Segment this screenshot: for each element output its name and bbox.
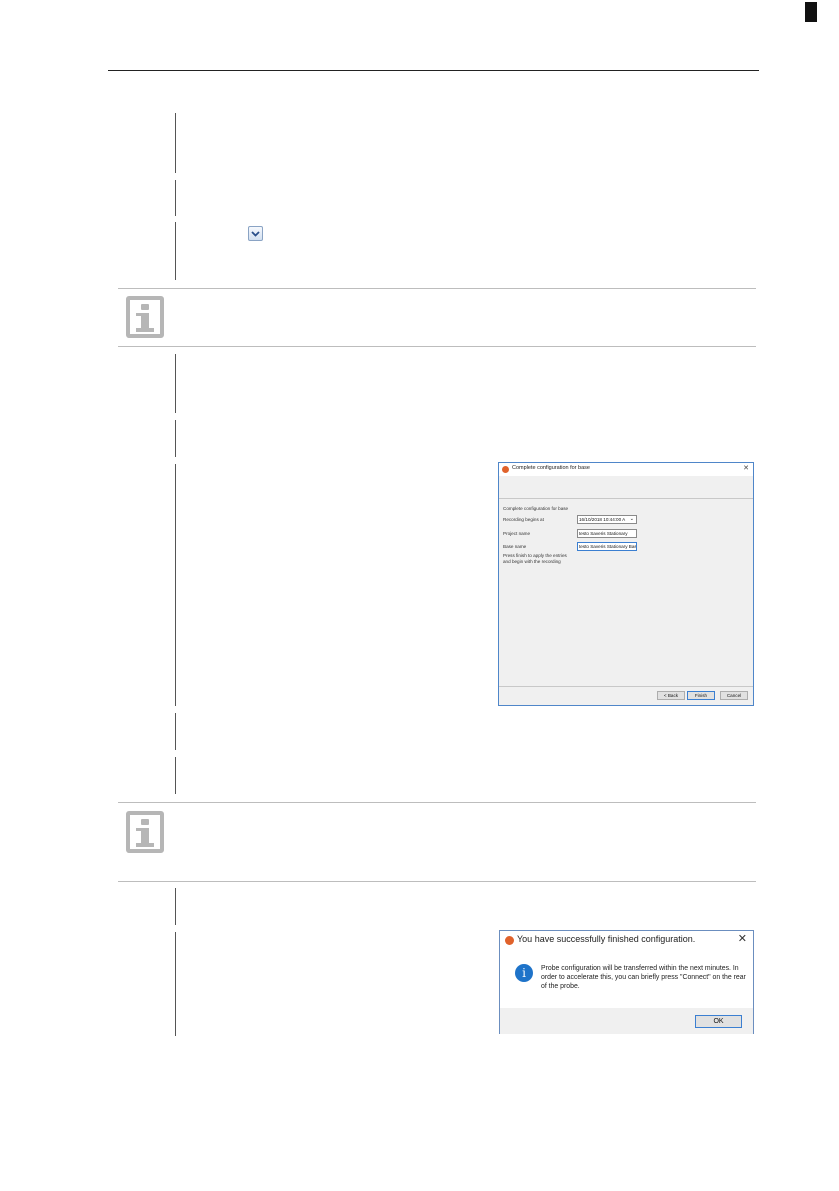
dialog-title-bar: Complete configuration for base ✕ — [499, 463, 753, 476]
testo-logo-icon — [502, 466, 509, 473]
note-separator — [118, 346, 756, 347]
dialog-title: You have successfully finished configura… — [517, 934, 696, 944]
step-bar — [175, 113, 176, 173]
base-name-label: Base name — [503, 544, 527, 549]
step-bar — [175, 757, 176, 794]
cancel-button[interactable]: Cancel — [720, 691, 748, 700]
step-bar — [175, 888, 176, 925]
configuration-success-dialog: You have successfully finished configura… — [499, 930, 754, 1034]
info-icon: i — [515, 964, 533, 982]
chevron-down-icon: ⌄ — [629, 516, 634, 522]
base-name-field[interactable]: testo Saveris Stationary Base0 — [577, 542, 637, 551]
note-separator — [118, 802, 756, 803]
step-bar — [175, 932, 176, 1036]
recording-begins-label: Recording begins at — [503, 517, 544, 522]
complete-configuration-dialog: Complete configuration for base ✕ Comple… — [498, 462, 754, 706]
note-separator — [118, 288, 756, 289]
project-name-label: Project name — [503, 531, 531, 536]
page-edge-marker — [805, 2, 817, 22]
dialog-button-bar: OK — [500, 1008, 753, 1034]
ok-button[interactable]: OK — [695, 1015, 742, 1028]
step-bar — [175, 464, 176, 706]
step-bar — [175, 713, 176, 750]
back-button[interactable]: < Back — [657, 691, 685, 700]
step-bar — [175, 180, 176, 216]
step-bar — [175, 420, 176, 457]
testo-logo-icon — [505, 936, 514, 945]
info-note-icon — [126, 296, 164, 338]
finish-button[interactable]: Finish — [687, 691, 715, 700]
project-name-field[interactable]: testo Saveris Stationary — [577, 529, 637, 538]
step-bar — [175, 354, 176, 413]
dialog-title: Complete configuration for base — [512, 465, 590, 471]
note-separator — [118, 881, 756, 882]
finish-instruction: Press finish to apply the entries and be… — [503, 553, 567, 564]
recording-begins-datetime-picker[interactable]: 16/10/2018 10:44:00 A ⌄ — [577, 515, 637, 524]
dialog-heading: Complete configuration for base — [503, 506, 569, 511]
dialog-message: Probe configuration will be transferred … — [541, 965, 746, 990]
close-icon[interactable]: ✕ — [743, 464, 749, 472]
header-rule — [108, 70, 759, 71]
close-icon[interactable]: ✕ — [738, 932, 747, 945]
step-bar — [175, 222, 176, 280]
dropdown-chevron-icon — [248, 226, 263, 241]
info-note-icon — [126, 811, 164, 853]
